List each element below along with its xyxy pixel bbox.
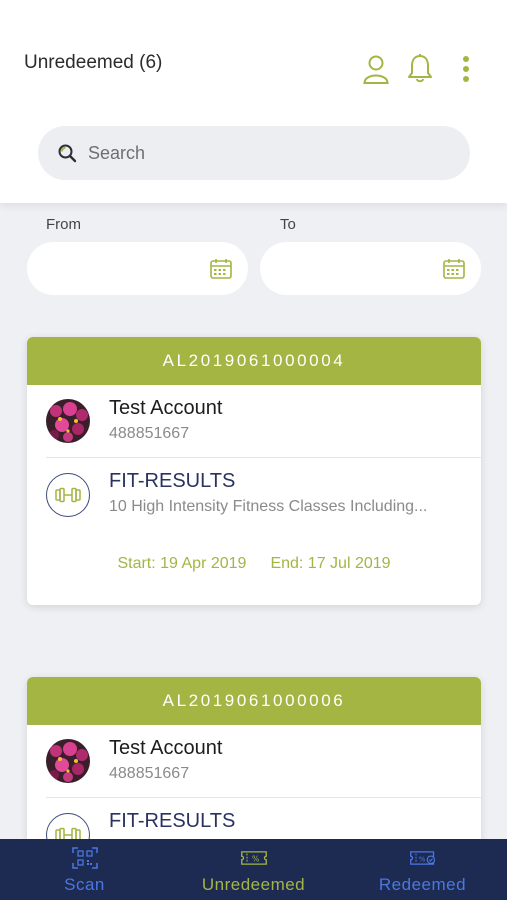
service-name: FIT-RESULTS bbox=[109, 470, 236, 492]
bell-icon[interactable] bbox=[406, 52, 434, 86]
account-row: Test Account 488851667 bbox=[27, 725, 481, 798]
nav-unredeemed[interactable]: % Unredeemed bbox=[169, 839, 338, 900]
to-label: To bbox=[280, 216, 296, 233]
service-row: FIT-RESULTS 10 High Intensity Fitness Cl… bbox=[27, 458, 481, 518]
to-date-field[interactable] bbox=[260, 242, 481, 295]
end-date: End: 17 Jul 2019 bbox=[270, 555, 391, 572]
account-number: 488851667 bbox=[109, 765, 190, 782]
account-name: Test Account bbox=[109, 737, 223, 759]
nav-unredeemed-label: Unredeemed bbox=[201, 875, 306, 894]
voucher-card[interactable]: AL2019061000004 Test Account 488851667 F… bbox=[27, 337, 481, 605]
validity-dates: Start: 19 Apr 2019 End: 17 Jul 2019 bbox=[27, 518, 481, 605]
start-date: Start: 19 Apr 2019 bbox=[117, 555, 247, 572]
from-date-field[interactable] bbox=[27, 242, 248, 295]
service-description: 10 High Intensity Fitness Classes Includ… bbox=[109, 498, 428, 515]
svg-text:%: % bbox=[418, 856, 425, 864]
nav-scan[interactable]: Scan bbox=[0, 839, 169, 900]
avatar bbox=[46, 739, 90, 783]
calendar-icon[interactable] bbox=[210, 258, 232, 280]
ticket-percent-icon: % bbox=[240, 851, 267, 865]
nav-scan-label: Scan bbox=[64, 875, 105, 894]
voucher-code: AL2019061000006 bbox=[27, 677, 481, 725]
service-name: FIT-RESULTS bbox=[109, 810, 236, 832]
nav-redeemed[interactable]: % Redeemed bbox=[338, 839, 507, 900]
from-label: From bbox=[46, 216, 81, 233]
account-row: Test Account 488851667 bbox=[27, 385, 481, 458]
avatar bbox=[46, 399, 90, 443]
calendar-icon[interactable] bbox=[443, 258, 465, 280]
search-bar[interactable] bbox=[38, 126, 470, 180]
page-title: Unredeemed (6) bbox=[24, 52, 163, 73]
profile-icon[interactable] bbox=[362, 52, 390, 86]
account-name: Test Account bbox=[109, 397, 223, 419]
dumbbell-icon bbox=[46, 473, 90, 517]
svg-text:%: % bbox=[252, 855, 260, 864]
account-number: 488851667 bbox=[109, 425, 190, 442]
bottom-navigation: Scan % Unredeemed % Redeemed bbox=[0, 839, 507, 900]
ticket-check-icon: % bbox=[409, 851, 435, 865]
app-header: Unredeemed (6) bbox=[0, 0, 507, 203]
more-vertical-icon[interactable] bbox=[452, 52, 480, 86]
nav-redeemed-label: Redeemed bbox=[378, 875, 467, 894]
search-icon bbox=[56, 142, 78, 164]
qr-scan-icon bbox=[71, 847, 98, 869]
search-input[interactable] bbox=[88, 142, 428, 164]
voucher-code: AL2019061000004 bbox=[27, 337, 481, 385]
